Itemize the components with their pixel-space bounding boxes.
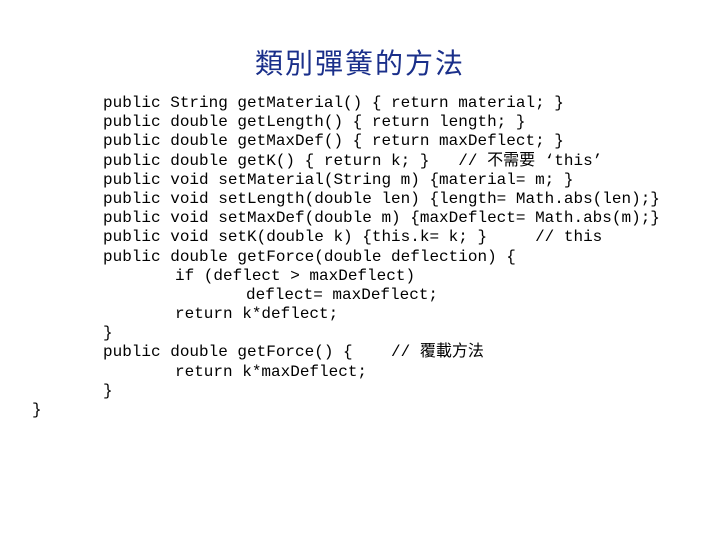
code-line: return k*deflect; [175,305,339,324]
code-line: public double getForce(double deflection… [103,247,516,266]
code-line: public void setMaterial(String m) {mater… [103,170,574,189]
code-line: } [103,324,113,343]
code-line: deflect= maxDeflect; [246,285,439,304]
code-line: public double getMaxDef() { return maxDe… [103,132,564,151]
code-block: public String getMaterial() { return mat… [0,94,660,420]
code-line: if (deflect > maxDeflect) [175,266,416,285]
code-line: public double getLength() { return lengt… [103,113,526,132]
code-line: return k*maxDeflect; [175,362,368,381]
slide-title: 類別彈簧的方法 [254,47,465,80]
code-line: } [32,401,42,419]
code-line: public double getForce() { // 覆載方法 [103,343,484,362]
code-line: public String getMaterial() { return mat… [103,94,564,112]
code-line: public void setLength(double len) {lengt… [103,189,660,208]
code-line: public void setK(double k) {this.k= k; }… [103,228,603,247]
code-line: } [103,381,113,400]
code-line: public double getK() { return k; } // 不需… [103,151,603,170]
code-line: public void setMaxDef(double m) {maxDefl… [103,209,660,228]
